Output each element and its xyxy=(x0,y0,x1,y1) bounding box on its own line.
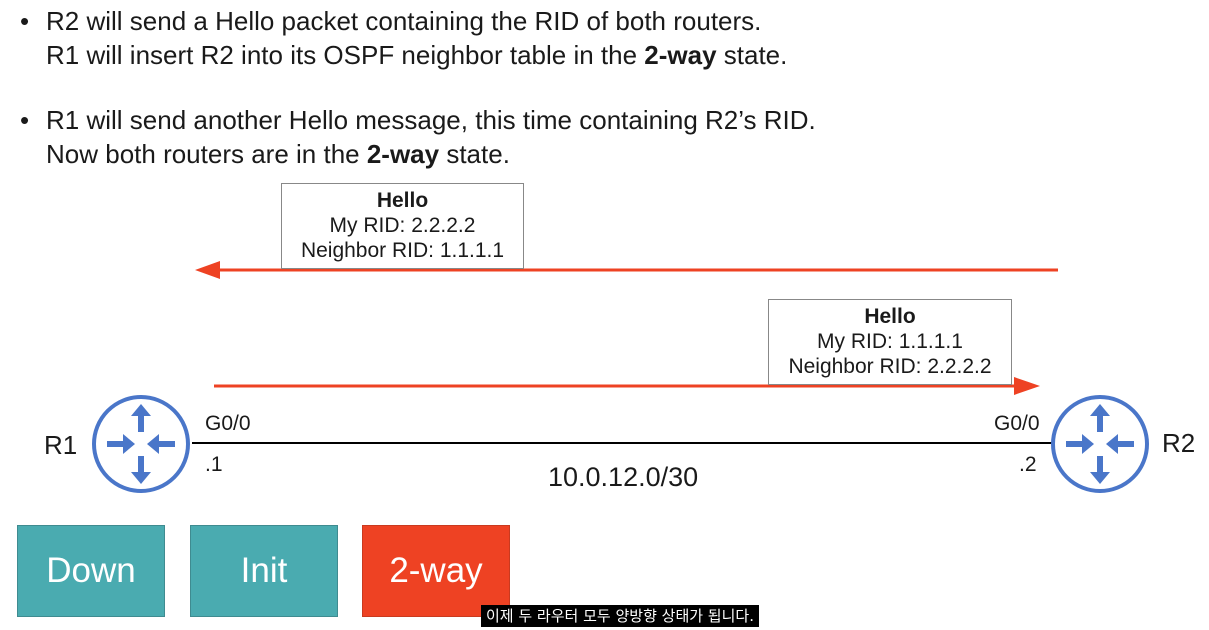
state-box-2way: 2-way xyxy=(362,525,510,617)
router-r1-name: R1 xyxy=(44,430,78,460)
hello-title: Hello xyxy=(376,189,429,212)
r1-ip-label: .1 xyxy=(205,453,223,476)
r1-interface-label: G0/0 xyxy=(205,412,251,435)
neighbor-rid: Neighbor RID: 2.2.2.2 xyxy=(788,355,992,378)
arrowhead-right-icon xyxy=(1014,377,1040,395)
hello-packet-r2-to-r1: Hello My RID: 2.2.2.2 Neighbor RID: 1.1.… xyxy=(281,183,524,269)
hello-title: Hello xyxy=(864,305,916,328)
network-address-label: 10.0.12.0/30 xyxy=(548,462,699,492)
router-r2-name: R2 xyxy=(1162,428,1196,458)
video-subtitle: 이제 두 라우터 모두 양방향 상태가 됩니다. xyxy=(481,605,759,627)
my-rid: My RID: 2.2.2.2 xyxy=(329,214,476,237)
router-r1-icon xyxy=(92,395,190,493)
router-r2-icon xyxy=(1051,395,1149,493)
r2-interface-label: G0/0 xyxy=(994,412,1040,435)
r2-ip-label: .2 xyxy=(1019,453,1037,476)
neighbor-rid: Neighbor RID: 1.1.1.1 xyxy=(300,239,505,262)
state-box-init: Init xyxy=(190,525,338,617)
network-diagram xyxy=(92,261,1149,493)
state-box-down: Down xyxy=(17,525,165,617)
my-rid: My RID: 1.1.1.1 xyxy=(817,330,963,353)
hello-packet-r1-to-r2: Hello My RID: 1.1.1.1 Neighbor RID: 2.2.… xyxy=(768,299,1012,385)
arrowhead-left-icon xyxy=(195,261,220,279)
